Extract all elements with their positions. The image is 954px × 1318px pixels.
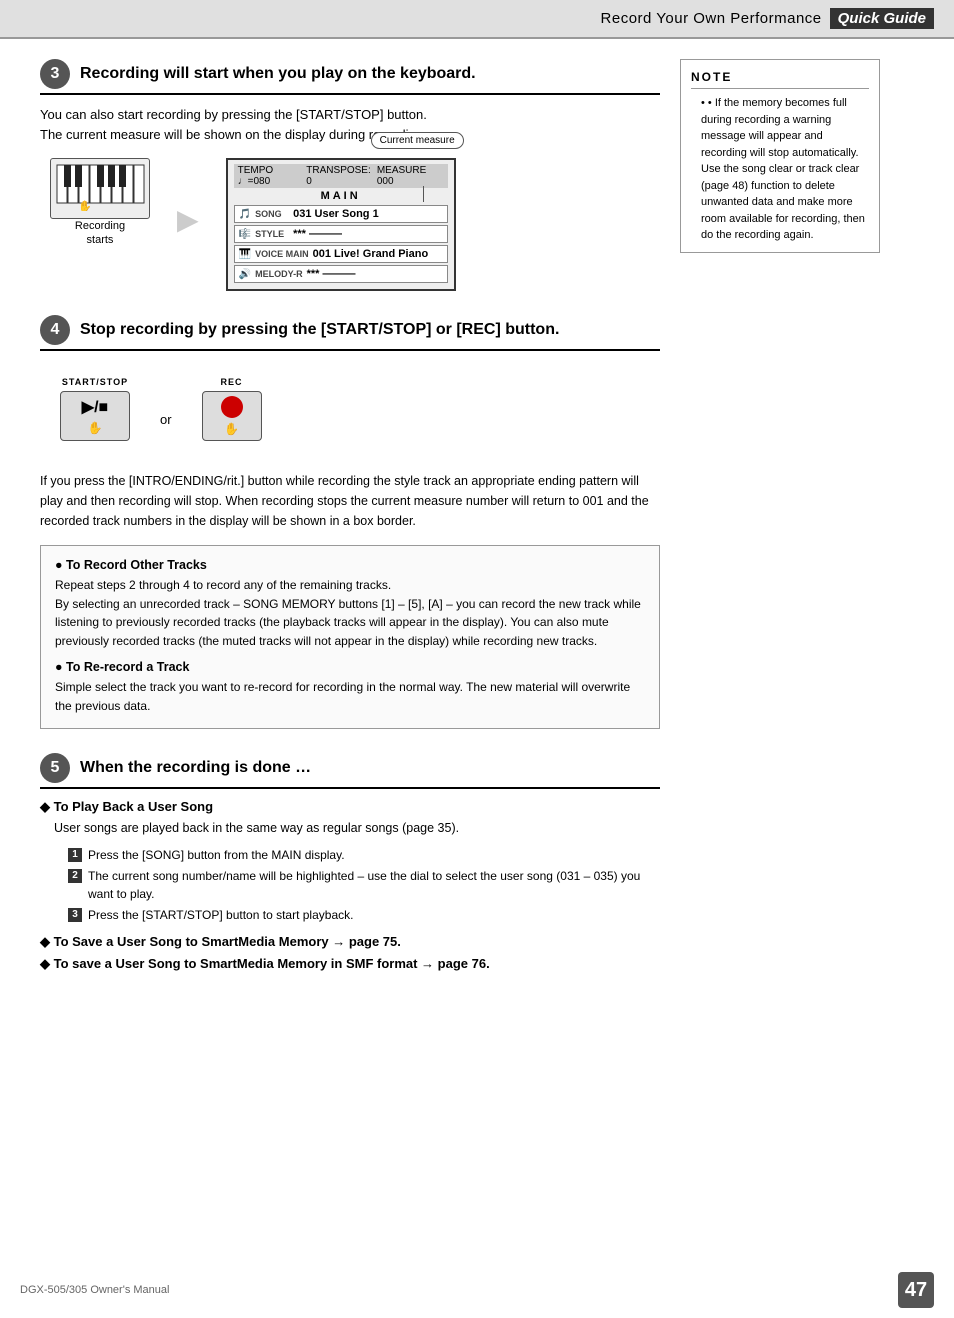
info-heading1: To Record Other Tracks xyxy=(55,558,645,572)
num-item-2: 2 The current song number/name will be h… xyxy=(68,867,660,904)
start-stop-btn-box: ▶/■ ✋ xyxy=(60,391,130,441)
svg-text:✋: ✋ xyxy=(78,200,92,211)
step3-display-area: ✋ Recording starts ► Current measure xyxy=(40,158,660,291)
step4-section: 4 Stop recording by pressing the [START/… xyxy=(40,315,660,729)
rec-button-diagram: REC ✋ xyxy=(202,377,262,441)
info-section1: To Record Other Tracks Repeat steps 2 th… xyxy=(55,558,645,650)
display-screen: Current measure TEMPO ♩=080 TRANSPOSE: 0… xyxy=(226,158,456,291)
num-item-1: 1 Press the [SONG] button from the MAIN … xyxy=(68,846,660,865)
step3-desc1: You can also start recording by pressing… xyxy=(40,105,660,144)
display-main-label: MAIN xyxy=(234,190,448,202)
display-melody-row: 🔊 MELODY-R *** ——— xyxy=(234,265,448,283)
step5-section: 5 When the recording is done … To Play B… xyxy=(40,753,660,973)
page-header: Record Your Own Performance Quick Guide xyxy=(0,0,954,39)
display-voice-row: 🎹 VOICE MAIN 001 Live! Grand Piano xyxy=(234,245,448,263)
side-column: NOTE • If the memory becomes full during… xyxy=(680,59,880,996)
step4-header: 4 Stop recording by pressing the [START/… xyxy=(40,315,660,351)
display-style-row: 🎼 STYLE *** ——— xyxy=(234,225,448,243)
measure-callout: Current measure xyxy=(371,132,464,149)
start-stop-icon: ▶/■ xyxy=(82,397,108,417)
display-screen-inner: TEMPO ♩=080 TRANSPOSE: 0 MEASURE 000 MAI… xyxy=(228,160,454,289)
step5-content: To Play Back a User Song User songs are … xyxy=(40,799,660,973)
keyboard-svg: ✋ xyxy=(55,163,145,211)
step5-title: When the recording is done … xyxy=(80,759,311,777)
keyboard-body: ✋ xyxy=(50,158,150,219)
info-box: To Record Other Tracks Repeat steps 2 th… xyxy=(40,545,660,729)
page-footer: DGX-505/305 Owner's Manual 47 xyxy=(0,1272,954,1308)
header-quick-guide: Quick Guide xyxy=(830,8,934,29)
main-column: 3 Recording will start when you play on … xyxy=(40,59,660,996)
step3-section: 3 Recording will start when you play on … xyxy=(40,59,660,291)
sub2-heading: To Save a User Song to SmartMedia Memory… xyxy=(40,934,660,950)
step4-title: Stop recording by pressing the [START/ST… xyxy=(80,321,559,339)
start-stop-label: START/STOP xyxy=(62,377,128,387)
info-text1a: Repeat steps 2 through 4 to record any o… xyxy=(55,576,645,595)
keyboard-diagram: ✋ Recording starts xyxy=(50,158,150,248)
numbered-list: 1 Press the [SONG] button from the MAIN … xyxy=(68,846,660,924)
sub1-heading: To Play Back a User Song xyxy=(40,799,660,815)
step3-header: 3 Recording will start when you play on … xyxy=(40,59,660,95)
note-text: • If the memory becomes full during reco… xyxy=(691,95,869,244)
note-header: NOTE xyxy=(691,68,869,89)
or-label: or xyxy=(160,412,172,427)
start-stop-button-diagram: START/STOP ▶/■ ✋ xyxy=(60,377,130,441)
rec-label: REC xyxy=(221,377,243,387)
note-box: NOTE • If the memory becomes full during… xyxy=(680,59,880,253)
page-number: 47 xyxy=(898,1272,934,1308)
step4-circle: 4 xyxy=(40,315,70,345)
rec-btn-box: ✋ xyxy=(202,391,262,441)
step4-buttons-area: START/STOP ▶/■ ✋ or REC ✋ xyxy=(40,361,660,457)
num-item-3: 3 Press the [START/STOP] button to start… xyxy=(68,906,660,925)
step5-circle: 5 xyxy=(40,753,70,783)
step5-header: 5 When the recording is done … xyxy=(40,753,660,789)
header-title: Record Your Own Performance xyxy=(601,10,822,27)
sub1-desc: User songs are played back in the same w… xyxy=(54,819,660,838)
sub3-heading: To save a User Song to SmartMedia Memory… xyxy=(40,956,660,972)
page-content: 3 Recording will start when you play on … xyxy=(0,39,954,1016)
info-text2: Simple select the track you want to re-r… xyxy=(55,678,645,715)
footer-manual: DGX-505/305 Owner's Manual xyxy=(20,1284,169,1296)
display-top-bar: TEMPO ♩=080 TRANSPOSE: 0 MEASURE 000 xyxy=(234,164,448,188)
callout-line xyxy=(423,186,424,202)
arrow-right: ► xyxy=(170,199,206,241)
step3-title: Recording will start when you play on th… xyxy=(80,65,476,83)
info-section2: To Re-record a Track Simple select the t… xyxy=(55,660,645,715)
step4-desc: If you press the [INTRO/ENDING/rit.] but… xyxy=(40,471,660,531)
step3-circle: 3 xyxy=(40,59,70,89)
info-heading2: To Re-record a Track xyxy=(55,660,645,674)
rec-dot xyxy=(221,396,243,418)
recording-starts-label: Recording starts xyxy=(75,219,125,248)
info-text1b: By selecting an unrecorded track – SONG … xyxy=(55,595,645,651)
display-song-row: 🎵 SONG 031 User Song 1 xyxy=(234,205,448,223)
